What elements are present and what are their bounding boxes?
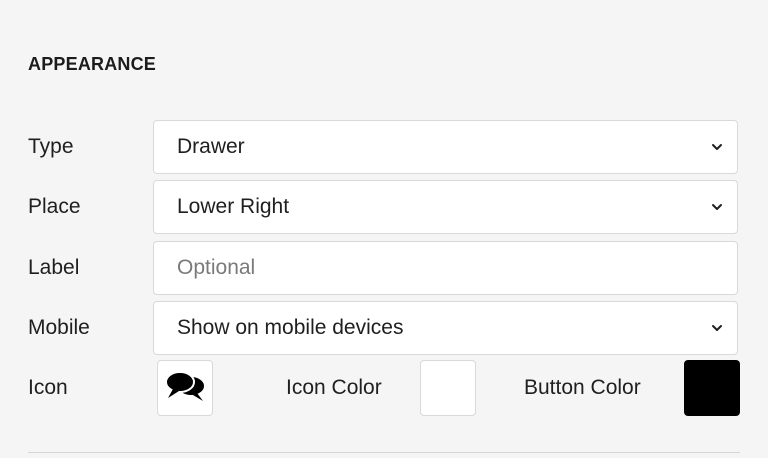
mobile-row: Mobile Show on mobile devices bbox=[28, 301, 740, 355]
section-title: APPEARANCE bbox=[28, 54, 157, 74]
appearance-panel: APPEARANCE Type Drawer Place Lower Right… bbox=[0, 0, 768, 458]
place-select[interactable]: Lower Right bbox=[153, 180, 738, 234]
icon-picker-button[interactable] bbox=[157, 360, 213, 416]
icon-color-label: Icon Color bbox=[286, 376, 382, 399]
section-divider bbox=[28, 452, 740, 453]
type-select[interactable]: Drawer bbox=[153, 120, 738, 174]
icon-settings-row: Icon Icon Color Button Color bbox=[28, 360, 740, 416]
label-input[interactable] bbox=[154, 242, 737, 294]
type-label: Type bbox=[28, 135, 74, 158]
type-row: Type Drawer bbox=[28, 120, 740, 174]
chevron-down-icon bbox=[712, 325, 722, 331]
chevron-down-icon bbox=[712, 144, 722, 150]
button-color-swatch[interactable] bbox=[684, 360, 740, 416]
label-label: Label bbox=[28, 256, 80, 279]
place-select-value: Lower Right bbox=[177, 195, 290, 218]
icon-label: Icon bbox=[28, 376, 68, 399]
chat-bubbles-icon bbox=[165, 371, 206, 401]
type-select-value: Drawer bbox=[177, 135, 245, 158]
label-field-box bbox=[153, 241, 738, 295]
mobile-select[interactable]: Show on mobile devices bbox=[153, 301, 738, 355]
chevron-down-icon bbox=[712, 204, 722, 210]
button-color-label: Button Color bbox=[524, 376, 641, 399]
mobile-label: Mobile bbox=[28, 316, 90, 339]
place-label: Place bbox=[28, 195, 81, 218]
icon-color-swatch[interactable] bbox=[420, 360, 476, 416]
label-row: Label bbox=[28, 241, 740, 295]
mobile-select-value: Show on mobile devices bbox=[177, 316, 404, 339]
place-row: Place Lower Right bbox=[28, 180, 740, 234]
